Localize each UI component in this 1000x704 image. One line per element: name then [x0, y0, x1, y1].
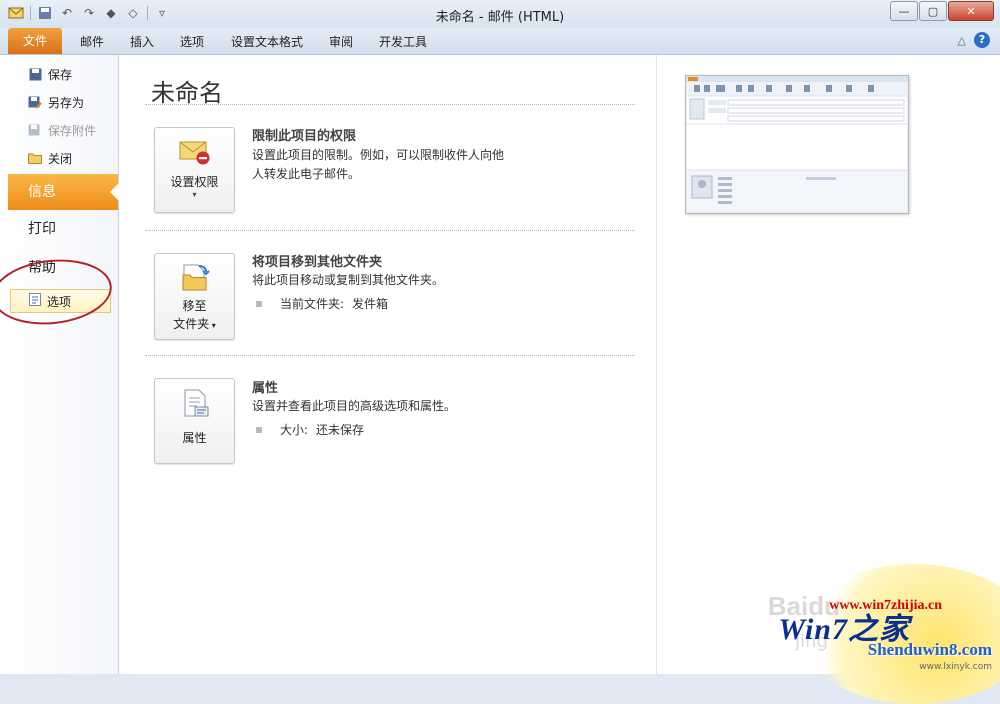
divider [145, 104, 635, 105]
current-folder-info: 当前文件夹: 发件箱 [256, 295, 388, 312]
divider [145, 230, 635, 231]
move-to-folder-label: 移至 文件夹 ▾ [173, 297, 216, 335]
properties-description: 设置并查看此项目的高级选项和属性。 [252, 399, 457, 413]
folder-icon [28, 151, 42, 165]
tab-developer[interactable]: 开发工具 [379, 32, 427, 52]
tab-mail[interactable]: 邮件 [80, 32, 104, 52]
collapse-ribbon-icon[interactable]: △ [958, 34, 966, 47]
tab-options[interactable]: 选项 [180, 32, 204, 52]
window-controls: — ▢ ✕ [890, 1, 994, 21]
properties-heading: 属性 [252, 381, 279, 396]
save-command[interactable]: 保存 [28, 64, 72, 84]
move-heading: 将项目移到其他文件夹 [252, 255, 383, 270]
help-icon[interactable]: ? [974, 32, 990, 48]
backstage-view: 保存 另存为 保存附件 关闭 信息 打印 帮助 选项 未命名 设置权限 ▾ 限制… [0, 55, 1000, 704]
minimize-button[interactable]: — [890, 1, 918, 21]
size-info: 大小: 还未保存 [256, 421, 364, 438]
bullet-square-icon [256, 426, 262, 433]
permissions-heading: 限制此项目的权限 [252, 129, 357, 144]
current-folder-value: 发件箱 [352, 297, 389, 311]
dropdown-caret-icon: ▾ [192, 190, 197, 199]
maximize-button[interactable]: ▢ [919, 1, 947, 21]
bullet-square-icon [256, 300, 262, 307]
permissions-description: 设置此项目的限制。例如，可以限制收件人向他人转发此电子邮件。 [252, 148, 505, 181]
move-to-folder-button[interactable]: 移至 文件夹 ▾ [154, 253, 235, 340]
properties-label: 属性 [182, 431, 207, 445]
save-attachments-label: 保存附件 [48, 123, 97, 138]
ribbon-right-controls: △ ? [958, 32, 990, 48]
save-as-command[interactable]: 另存为 [28, 92, 84, 112]
move-to-folder-label-line2-text: 文件夹 [173, 317, 210, 331]
tab-file[interactable]: 文件 [8, 28, 62, 54]
move-to-folder-label-line2: 文件夹 ▾ [173, 317, 216, 331]
tab-review[interactable]: 审阅 [329, 32, 353, 52]
title-bar: ↶ ↷ ◆ ◇ ▿ 未命名 - 邮件 (HTML) — ▢ ✕ [0, 0, 1000, 28]
set-permissions-button[interactable]: 设置权限 ▾ [154, 127, 235, 213]
message-preview-thumbnail[interactable] [685, 75, 909, 214]
close-command[interactable]: 关闭 [28, 148, 72, 168]
page-title: 未命名 [151, 79, 223, 107]
size-value: 还未保存 [316, 423, 365, 437]
save-attachments-icon [28, 123, 42, 137]
save-as-label: 另存为 [48, 95, 85, 110]
move-to-folder-label-line1: 移至 [182, 299, 207, 313]
save-as-icon [28, 95, 42, 109]
move-description: 将此项目移动或复制到其他文件夹。 [252, 273, 445, 287]
tab-format-text[interactable]: 设置文本格式 [231, 32, 303, 52]
current-folder-label: 当前文件夹: [280, 297, 345, 311]
move-file-icon [179, 262, 211, 295]
watermark: Baidu jing www.win7zhijia.cn Win7之家 Shen… [740, 554, 1000, 704]
divider [145, 355, 635, 356]
watermark-url-lxinyk: www.lxinyk.com [919, 662, 992, 672]
properties-button[interactable]: 属性 [154, 378, 235, 464]
save-label: 保存 [48, 67, 73, 82]
close-label: 关闭 [48, 151, 73, 166]
window-title: 未命名 - 邮件 (HTML) [435, 10, 565, 25]
properties-document-icon [179, 388, 211, 421]
nav-print[interactable]: 打印 [8, 211, 118, 247]
nav-info[interactable]: 信息 [8, 174, 119, 210]
ribbon-tabs: 文件 邮件 插入 选项 设置文本格式 审阅 开发工具 △ ? [0, 28, 1000, 55]
save-icon [28, 67, 42, 81]
watermark-url-shenduwin8: Shenduwin8.com [867, 640, 992, 659]
close-button[interactable]: ✕ [948, 1, 994, 21]
backstage-nav: 保存 另存为 保存附件 关闭 信息 打印 帮助 选项 [0, 55, 119, 674]
size-label: 大小: [280, 423, 309, 437]
save-attachments-command[interactable]: 保存附件 [28, 120, 96, 140]
tab-insert[interactable]: 插入 [130, 32, 154, 52]
set-permissions-label: 设置权限 [170, 175, 219, 189]
envelope-restrict-icon [179, 138, 211, 169]
info-panel: 未命名 设置权限 ▾ 限制此项目的权限 设置此项目的限制。例如，可以限制收件人向… [118, 55, 656, 674]
